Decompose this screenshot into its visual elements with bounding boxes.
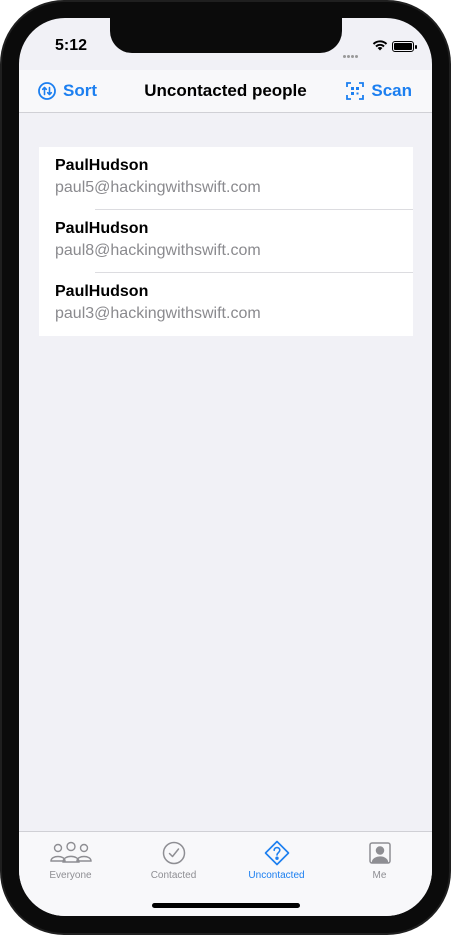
tab-uncontacted[interactable]: Uncontacted (225, 840, 328, 881)
scan-button[interactable]: Scan (346, 79, 412, 103)
list-item[interactable]: PaulHudson paul5@hackingwithswift.com (39, 147, 413, 210)
tab-label: Contacted (150, 870, 197, 881)
tab-contacted[interactable]: Contacted (122, 840, 225, 881)
tab-bar: Everyone Contacted Uncontacted Me (19, 831, 432, 916)
person-email: paul8@hackingwithswift.com (55, 242, 261, 259)
screen: 5:12 Sort Uncontacted people Scan PaulHu… (19, 18, 432, 916)
navigation-bar: Sort Uncontacted people Scan (19, 70, 432, 113)
tab-me[interactable]: Me (328, 840, 431, 881)
questionmark-diamond-icon (225, 840, 328, 866)
qr-scan-icon (346, 82, 365, 100)
phone-frame: 5:12 Sort Uncontacted people Scan PaulHu… (0, 0, 451, 935)
list-item[interactable]: PaulHudson paul8@hackingwithswift.com (39, 210, 413, 273)
person-name: PaulHudson (55, 283, 149, 300)
person-email: paul3@hackingwithswift.com (55, 305, 261, 322)
tab-everyone[interactable]: Everyone (19, 840, 122, 881)
list-item[interactable]: PaulHudson paul3@hackingwithswift.com (39, 273, 413, 336)
status-indicators (324, 39, 417, 58)
tab-label: Uncontacted (248, 870, 305, 881)
notch (110, 18, 342, 53)
signal-icon (342, 45, 358, 63)
status-time: 5:12 (55, 37, 88, 54)
person-name: PaulHudson (55, 157, 149, 174)
tab-label: Me (372, 870, 387, 881)
tab-label: Everyone (49, 870, 92, 881)
people-list: PaulHudson paul5@hackingwithswift.com Pa… (39, 147, 413, 336)
checkmark-circle-icon (122, 840, 225, 866)
wifi-icon (372, 40, 388, 51)
people-icon (19, 840, 122, 866)
battery-icon (392, 41, 417, 52)
scan-button-label: Scan (371, 81, 412, 100)
home-indicator[interactable] (152, 903, 300, 908)
person-email: paul5@hackingwithswift.com (55, 179, 261, 196)
person-square-icon (328, 840, 431, 866)
person-name: PaulHudson (55, 220, 149, 237)
